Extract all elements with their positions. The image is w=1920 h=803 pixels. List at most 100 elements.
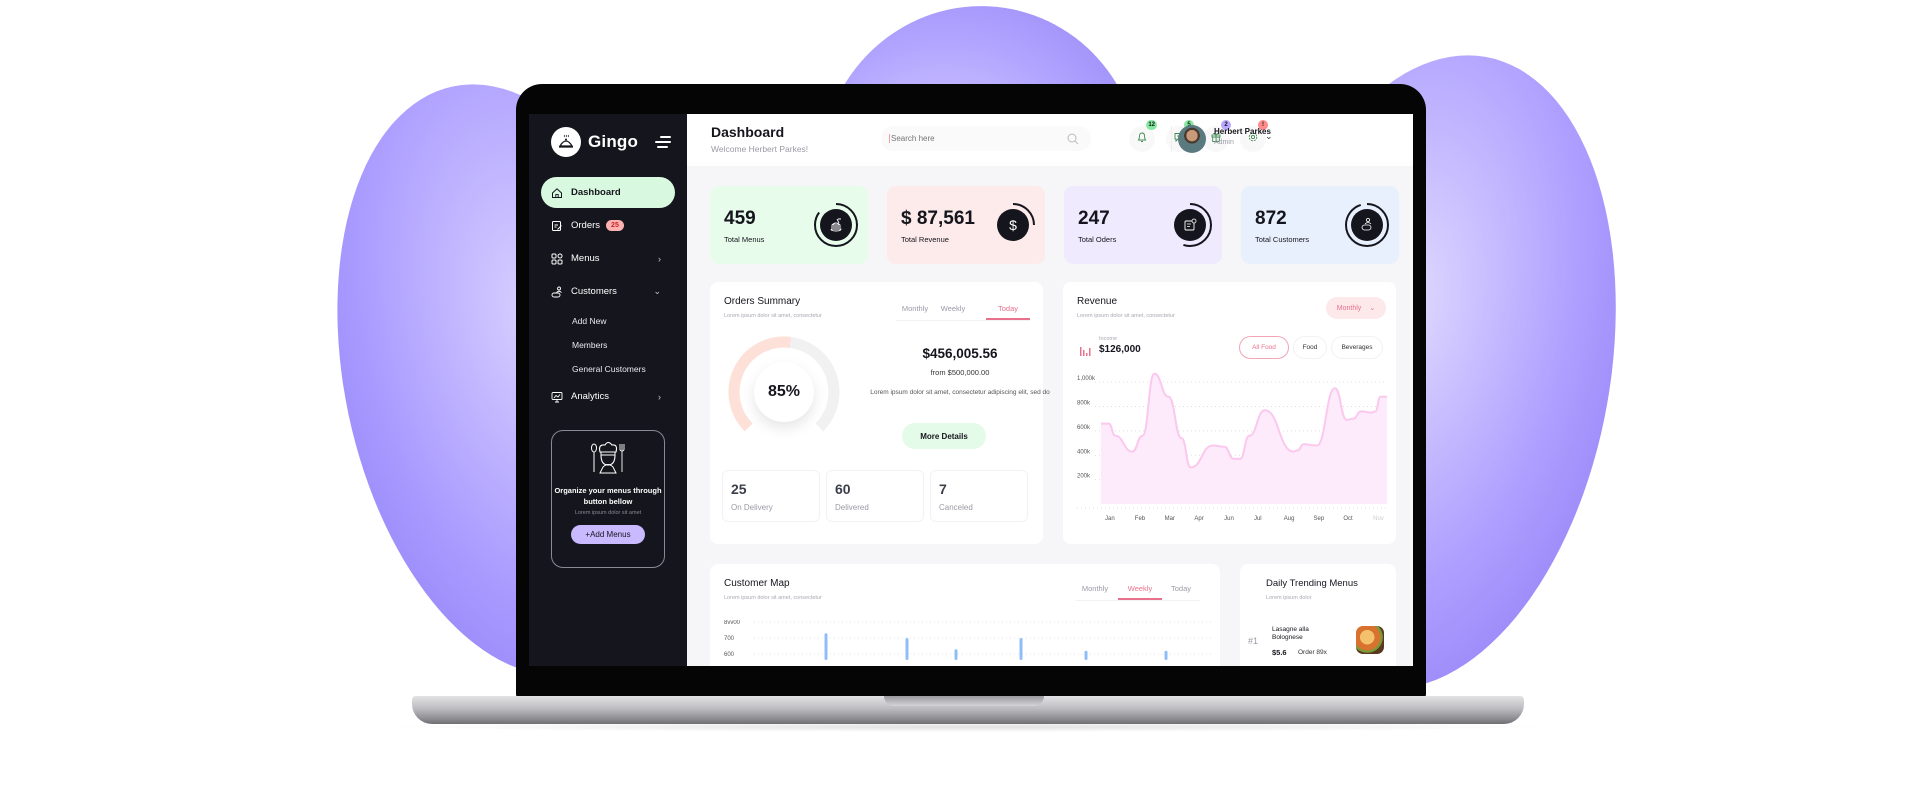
notification-badge: 12	[1146, 120, 1157, 130]
trending-rank: #1	[1248, 636, 1259, 646]
y-tick-label: 600	[724, 652, 735, 658]
promo-subtitle: Lorem ipsum dolor sit amet	[574, 510, 642, 516]
y-tick-label: 600k	[1077, 425, 1091, 431]
y-tick-label: 1,000k	[1077, 376, 1096, 382]
tab-monthly[interactable]: Monthly	[896, 304, 934, 320]
logo[interactable]: Gingo	[551, 127, 638, 157]
search-icon[interactable]	[1067, 132, 1079, 150]
sidebar-item-label: Customers	[571, 286, 617, 297]
user-name: Herbert Parkes	[1214, 127, 1271, 136]
app-name: Gingo	[588, 132, 639, 151]
submenu-item-add-new[interactable]: Add New	[572, 309, 675, 333]
trending-orders: Order 89x	[1298, 649, 1327, 656]
count-value: 7	[939, 481, 947, 497]
laptop-notch	[884, 696, 1044, 706]
header-divider	[1171, 126, 1172, 152]
customer-bar	[954, 649, 958, 660]
revenue-chart: 200k 400k 600k 800k 1,000k Jan Feb Mar Apr Jun Jul…	[1077, 372, 1387, 522]
revenue-title: Revenue	[1077, 296, 1118, 307]
sidebar-item-dashboard[interactable]: Dashboard	[541, 177, 675, 208]
y-tick-label: 200k	[1077, 474, 1091, 480]
chevron-down-icon: ⌄	[1369, 305, 1376, 312]
trending-subtitle: Lorem ipsum dolor	[1266, 595, 1312, 601]
count-on-delivery: 25 On Delivery	[722, 470, 820, 522]
page-title: Dashboard	[711, 124, 785, 140]
stat-card[interactable]: $ 87,561 Total Revenue $	[887, 186, 1045, 264]
sidebar-item-orders[interactable]: Orders 25	[541, 210, 675, 241]
orders-summary-card: Orders Summary Lorem ipsum dolor sit ame…	[710, 282, 1050, 544]
stat-card[interactable]: 872 Total Customers	[1241, 186, 1399, 264]
stat-value: $ 87,561	[901, 208, 975, 229]
customer-bar	[1084, 650, 1088, 660]
orders-icon	[551, 220, 563, 232]
tab-today[interactable]: Today	[1162, 584, 1200, 600]
filter-beverages[interactable]: Beverages	[1331, 336, 1383, 359]
stat-card[interactable]: 459 Total Menus	[710, 186, 868, 264]
count-canceled: 7 Canceled	[930, 470, 1028, 522]
x-tick-label: Jul	[1254, 516, 1262, 522]
add-menus-button[interactable]: +Add Menus	[571, 525, 645, 544]
sidebar-item-customers[interactable]: Customers ⌄	[541, 276, 675, 307]
search-input[interactable]	[889, 134, 1049, 143]
promo-title: Organize your menus through button bello…	[554, 486, 662, 506]
tab-today[interactable]: Today	[986, 304, 1030, 320]
user-avatar[interactable]	[1178, 125, 1206, 153]
search-box	[881, 126, 1091, 151]
grid-icon	[551, 253, 563, 265]
orders-summary-tabs: Monthly Weekly Today	[896, 304, 1030, 321]
chevron-right-icon: ›	[658, 253, 661, 264]
trending-price: $5.6	[1272, 648, 1287, 657]
menu-toggle-icon[interactable]	[655, 136, 671, 148]
orders-description: Lorem ipsum dolor sit amet, consectetur …	[870, 389, 1050, 396]
y-tick-label: 800k	[1077, 401, 1091, 407]
trending-title: Daily Trending Menus	[1266, 578, 1358, 589]
x-tick-label: Oct	[1343, 516, 1353, 522]
customer-map-subtitle: Lorem ipsum dolor sit amet, consectetur	[724, 595, 822, 601]
chevron-right-icon: ›	[658, 391, 661, 402]
orders-count-badge: 25	[606, 220, 624, 231]
tab-monthly[interactable]: Monthly	[1076, 584, 1114, 600]
customer-map-card: Customer Map Lorem ipsum dolor sit amet,…	[710, 564, 1220, 666]
x-tick-label: Apr	[1194, 516, 1203, 522]
orders-summary-title: Orders Summary	[724, 296, 801, 307]
notifications-button[interactable]: 12	[1129, 120, 1157, 152]
sidebar-item-menus[interactable]: Menus ›	[541, 243, 675, 274]
more-details-button[interactable]: More Details	[902, 423, 986, 449]
stat-label: Total Oders	[1078, 235, 1117, 244]
count-value: 25	[731, 481, 747, 497]
filter-food[interactable]: Food	[1293, 336, 1327, 359]
x-tick-label: Sep	[1314, 516, 1325, 522]
income-value: $126,000	[1099, 344, 1141, 355]
sidebar: Gingo Dashboard Orders 25 Menus › Custom…	[529, 114, 687, 666]
y-tick-label: 700	[724, 636, 735, 642]
sidebar-nav: Dashboard Orders 25 Menus › Customers ⌄	[541, 177, 675, 414]
stat-value: 459	[724, 208, 756, 229]
y-tick-label: 400k	[1077, 449, 1091, 455]
tab-weekly[interactable]: Weekly	[1118, 584, 1162, 600]
main-content: Dashboard Welcome Herbert Parkes! 12 5 2	[687, 114, 1413, 666]
sidebar-item-analytics[interactable]: Analytics ›	[541, 381, 675, 412]
revenue-period-dropdown[interactable]: Monthly ⌄	[1326, 297, 1386, 319]
cloche-logo-icon	[551, 127, 581, 157]
trending-menus-card: Daily Trending Menus Lorem ipsum dolor #…	[1240, 564, 1396, 666]
topbar: Dashboard Welcome Herbert Parkes! 12 5 2	[687, 114, 1413, 166]
home-icon	[551, 187, 563, 199]
x-tick-label: Jan	[1105, 516, 1115, 522]
y-tick-label: 8vv00	[724, 620, 741, 626]
revenue-subtitle: Lorem ipsum dolor sit amet, consectetur	[1077, 313, 1175, 319]
submenu-item-general-customers[interactable]: General Customers	[572, 357, 675, 381]
stat-card[interactable]: 247 Total Oders	[1064, 186, 1222, 264]
user-menu-chevron-icon[interactable]: ⌄	[1265, 131, 1273, 142]
orders-target: from $500,000.00	[930, 368, 990, 377]
submenu-item-members[interactable]: Members	[572, 333, 675, 357]
filter-all-food[interactable]: All Food	[1239, 336, 1289, 359]
bar-chart-icon	[1079, 344, 1091, 362]
x-tick-label: Mar	[1165, 516, 1175, 522]
tab-weekly[interactable]: Weekly	[934, 304, 972, 320]
stat-label: Total Menus	[724, 235, 765, 244]
customers-icon	[551, 286, 563, 298]
sidebar-item-label: Analytics	[571, 391, 610, 402]
gauge-percent: 85%	[754, 362, 814, 422]
bell-icon	[1136, 130, 1148, 148]
progress-ring: $	[991, 203, 1035, 247]
